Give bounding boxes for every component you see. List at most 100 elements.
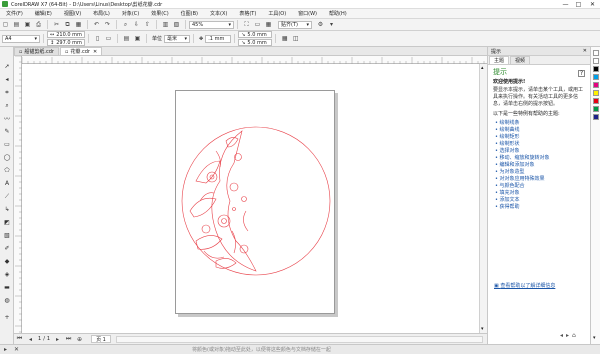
launch-options-icon[interactable]: ▾ [327,20,336,29]
save-icon[interactable]: ▣ [23,20,32,29]
menu-help[interactable]: 帮助(H) [323,10,353,17]
leaf-outline[interactable] [225,137,239,148]
tab-topics[interactable]: 主题 [489,56,510,64]
topic-link-draw-rectangles[interactable]: 绘制矩形 [493,134,585,141]
tab-petal-document[interactable]: ▫ 花瓣.cdr ✕ [59,47,103,55]
flower-outline[interactable] [239,244,249,254]
landscape-icon[interactable]: ▭ [104,34,113,43]
options-gear-icon[interactable]: ⚙ [316,20,325,29]
new-document-icon[interactable]: ▢ [1,20,10,29]
menu-file[interactable]: 文件(F) [0,10,29,17]
paste-icon[interactable]: ▦ [74,20,83,29]
import-icon[interactable]: ⇩ [132,20,141,29]
smart-fill-tool-icon[interactable]: ◈ [2,270,12,279]
current-page-icon[interactable]: ▣ [133,34,142,43]
horizontal-scrollbar[interactable] [115,335,483,343]
tendril-curve[interactable] [203,250,225,259]
topic-link-draw-shapes[interactable]: 绘制形状 [493,141,585,148]
treat-as-filled-icon[interactable]: ▦ [280,34,289,43]
artistic-media-tool-icon[interactable]: ✎ [2,127,12,136]
menu-object[interactable]: 对象(C) [116,10,145,17]
help-icon[interactable]: ? [578,69,585,77]
zoom-level-select[interactable]: 45% ▾ [189,20,234,29]
scroll-down-icon[interactable]: ▾ [481,326,484,332]
vertical-scrollbar[interactable]: ▴ ▾ [479,64,487,333]
shape-tool-icon[interactable]: ◂ [2,75,12,84]
topic-link-select-objects[interactable]: 选择对象 [493,148,585,155]
eyedropper-tool-icon[interactable]: ✐ [2,244,12,253]
print-icon[interactable]: ⎙ [34,20,43,29]
add-tool-icon[interactable]: + [2,313,12,322]
duplicate-y-input[interactable]: ↘ 5.0 mm [238,39,273,46]
scroll-up-icon[interactable]: ▴ [481,65,484,71]
page-size-select[interactable]: A4 ▾ [2,34,40,43]
fill-color-icon[interactable]: ◍ [2,296,12,305]
floral-cutout-outline[interactable] [211,130,257,272]
close-button[interactable]: ✕ [586,0,599,9]
menu-view[interactable]: 视图(V) [58,10,87,17]
nudge-distance-input[interactable]: .1 mm [205,34,232,43]
topic-link-draw-curves[interactable]: 绘制曲线 [493,127,585,134]
menu-effects[interactable]: 效果(C) [145,10,174,17]
document-palette-icon[interactable]: ▸ [1,345,10,354]
no-color-swatch[interactable] [593,50,599,56]
options-icon[interactable]: ◫ [291,34,300,43]
dot-outline[interactable] [241,196,247,202]
drawing-canvas[interactable] [22,64,479,333]
snap-to-select[interactable]: 贴齐(T) ▾ [278,20,312,29]
leaf-outline[interactable] [195,235,223,250]
redo-icon[interactable]: ↷ [103,20,112,29]
cut-icon[interactable]: ✂ [52,20,61,29]
menu-text[interactable]: 文本(X) [204,10,233,17]
topic-link-draw-lines[interactable]: 绘制线条 [493,120,585,127]
menu-tools[interactable]: 工具(O) [262,10,292,17]
forward-arrow-icon[interactable]: ▸ [566,332,569,339]
ellipse-tool-icon[interactable]: ◯ [2,153,12,162]
duplicate-x-input[interactable]: ↘ 5.0 mm [238,31,273,38]
freehand-tool-icon[interactable]: 〰 [2,114,12,123]
crop-tool-icon[interactable]: ⌗ [2,88,12,97]
cyan-swatch[interactable] [593,74,599,80]
portrait-icon[interactable]: ▯ [93,34,102,43]
parallel-dimension-tool-icon[interactable]: ⟋ [2,192,12,201]
text-tool-icon[interactable]: A [2,179,12,188]
outline-color-icon[interactable]: ▬ [2,283,12,292]
flower-outline[interactable] [201,224,211,234]
page-height-input[interactable]: ↕ 297.0 mm [47,39,85,46]
flower-outline[interactable] [229,182,239,192]
previous-page-icon[interactable]: ◂ [26,335,35,344]
menu-layout[interactable]: 布局(L) [87,10,116,17]
topic-link-edit-objects[interactable]: 编辑和添加对象 [493,162,585,169]
welcome-screen-icon[interactable]: ▧ [172,20,181,29]
grid-icon[interactable]: ▦ [264,20,273,29]
rectangle-tool-icon[interactable]: ▭ [2,140,12,149]
palette-scroll-down-icon[interactable]: ▾ [593,335,596,341]
page-width-input[interactable]: ↔ 210.0 mm [47,31,85,38]
pick-tool-icon[interactable]: ➚ [2,62,12,71]
vertical-ruler[interactable] [14,55,22,333]
undo-icon[interactable]: ↶ [92,20,101,29]
black-swatch[interactable] [593,66,599,72]
paper-cut-artwork[interactable] [176,91,336,315]
topic-link-special-effects[interactable]: 对对象应用特殊效果 [493,176,585,183]
all-pages-icon[interactable]: ▤ [122,34,131,43]
transparency-tool-icon[interactable]: ▧ [2,231,12,240]
export-icon[interactable]: ⇧ [143,20,152,29]
more-help-link[interactable]: ▣ 查看帮助以了解详细信息 [494,282,555,289]
full-screen-icon[interactable]: ⛶ [242,20,251,29]
topic-link-colors[interactable]: 与颜色配合 [493,183,585,190]
connector-tool-icon[interactable]: ↳ [2,205,12,214]
minimize-button[interactable]: — [559,0,572,9]
dot-outline[interactable] [232,207,236,211]
docker-close-icon[interactable]: ✕ [583,48,587,54]
open-folder-icon[interactable]: ▤ [12,20,21,29]
yellow-swatch[interactable] [593,90,599,96]
topic-link-transform-objects[interactable]: 移动、缩放和旋转对象 [493,155,585,162]
drop-shadow-tool-icon[interactable]: ◩ [2,218,12,227]
search-content-icon[interactable]: ⌕ [121,20,130,29]
topic-link-fill-objects[interactable]: 填充对象 [493,190,585,197]
page-tab[interactable]: 页 1 [91,335,111,343]
maximize-button[interactable]: □ [572,0,585,9]
tab-videos[interactable]: 视频 [510,56,531,64]
units-select[interactable]: 毫米 ▾ [164,34,191,43]
